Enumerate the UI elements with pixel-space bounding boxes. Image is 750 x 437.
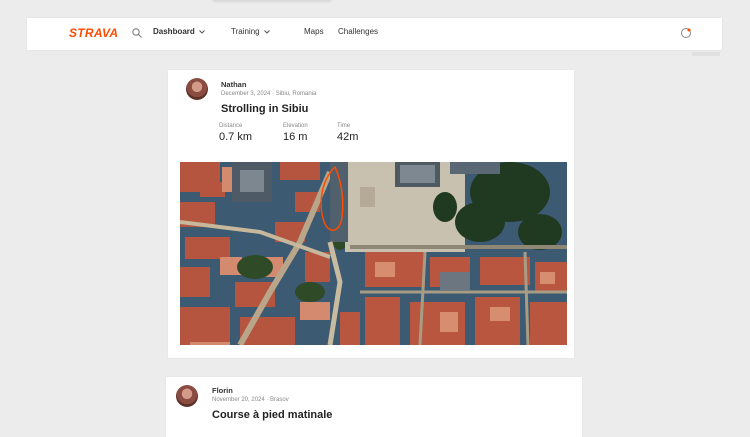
stat-value-elevation: 16 m: [283, 131, 308, 143]
activity-meta: December 3, 2024 · Sibiu, Romania: [221, 91, 317, 97]
activity-title[interactable]: Strolling in Sibiu: [221, 103, 308, 115]
nav-dashboard-label: Dashboard: [153, 27, 195, 36]
activity-route-map[interactable]: [180, 162, 567, 345]
nav-challenges-label: Challenges: [338, 27, 379, 36]
satellite-map-image: [180, 162, 567, 345]
athlete-name[interactable]: Florin: [212, 386, 233, 395]
scroll-artifact: [212, 0, 332, 2]
stat-label-elevation: Elevation: [283, 123, 308, 129]
search-icon[interactable]: [131, 27, 143, 39]
top-navbar: STRAVA Dashboard Training Maps Challenge…: [27, 18, 722, 50]
chevron-down-icon: [198, 29, 205, 34]
stat-label-distance: Distance: [219, 123, 243, 129]
nav-training-label: Training: [231, 27, 260, 36]
nav-training[interactable]: Training: [231, 27, 271, 36]
strava-logo[interactable]: STRAVA: [69, 26, 118, 40]
notification-icon[interactable]: [680, 27, 692, 39]
navbar-shadow: [692, 52, 720, 56]
athlete-avatar[interactable]: [176, 385, 198, 407]
nav-maps[interactable]: Maps: [304, 27, 324, 36]
nav-challenges[interactable]: Challenges: [338, 27, 378, 36]
stat-value-distance: 0.7 km: [219, 131, 253, 143]
stat-label-time: Time: [337, 123, 351, 129]
athlete-avatar[interactable]: [186, 78, 208, 100]
activity-title[interactable]: Course à pied matinale: [212, 409, 332, 421]
stat-value-time: 42m: [337, 131, 359, 143]
activity-meta: November 20, 2024 · Brasov: [212, 397, 289, 403]
athlete-name[interactable]: Nathan: [221, 80, 246, 89]
nav-dashboard[interactable]: Dashboard: [153, 27, 206, 36]
nav-maps-label: Maps: [304, 27, 324, 36]
chevron-down-icon: [263, 29, 270, 34]
